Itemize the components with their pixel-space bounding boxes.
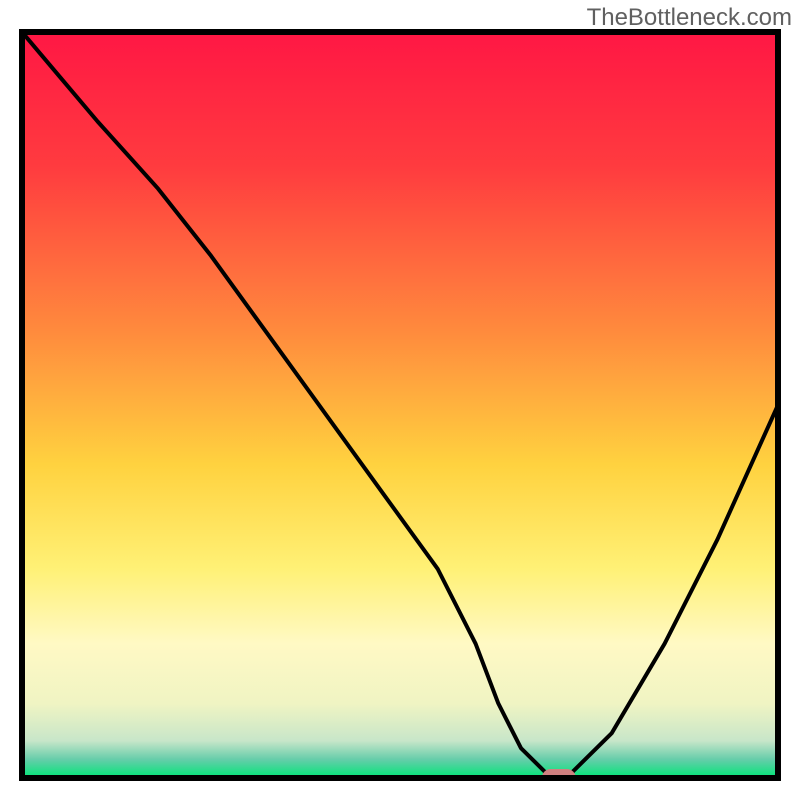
chart-container: TheBottleneck.com <box>0 0 800 800</box>
bottleneck-chart <box>0 0 800 800</box>
watermark-text: TheBottleneck.com <box>587 4 792 32</box>
plot-background <box>22 32 778 778</box>
